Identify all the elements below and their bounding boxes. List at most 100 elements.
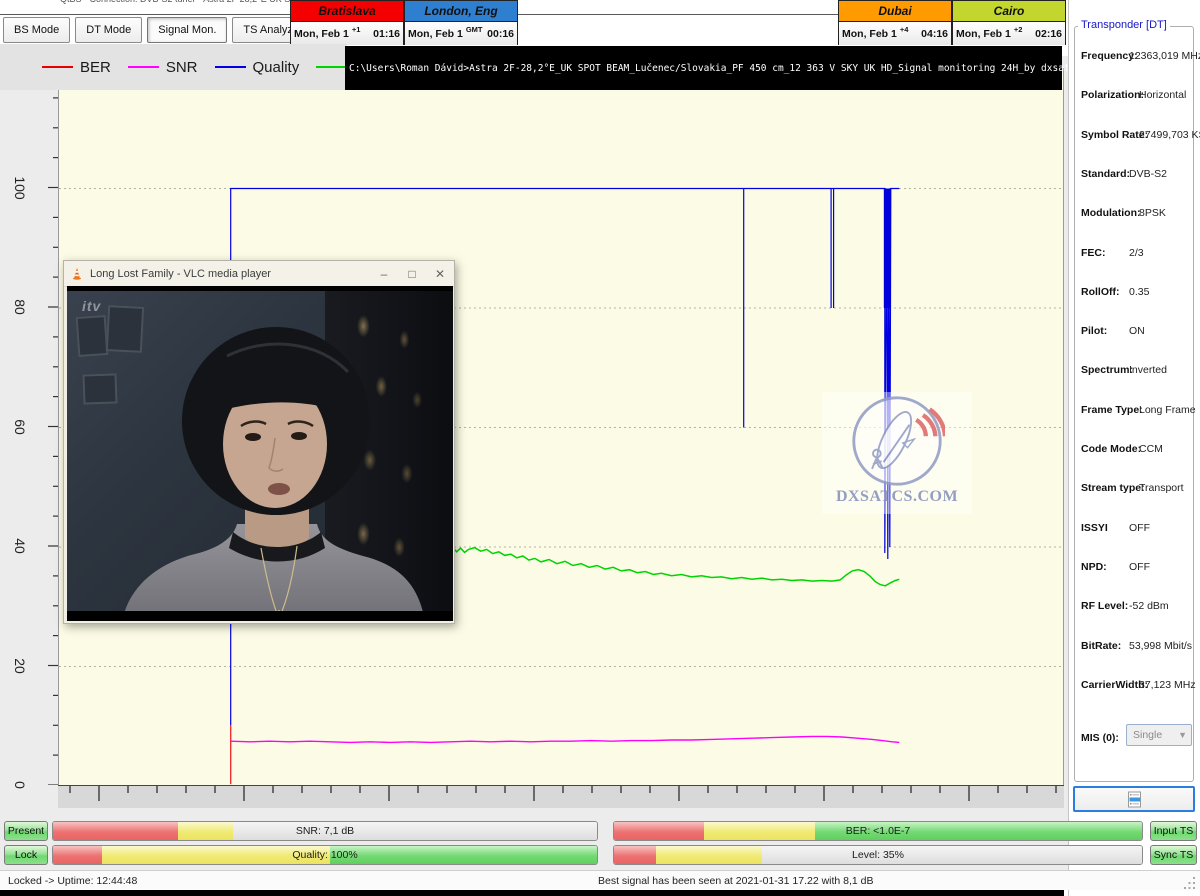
- satellite-dish-logo-icon: [849, 392, 945, 490]
- vlc-minimize-button[interactable]: –: [370, 267, 398, 281]
- clock-city-header: London, Eng: [405, 1, 517, 22]
- transponder-field-row: Modulation:8PSK: [1081, 207, 1197, 219]
- tab-bs-mode[interactable]: BS Mode: [3, 17, 70, 43]
- field-label: Stream type:: [1081, 482, 1145, 494]
- dxsatcs-watermark: DXSATCS.COM: [822, 392, 972, 514]
- lock-uptime-status: Locked -> Uptime: 12:44:48: [8, 875, 137, 887]
- world-clocks-left: BratislavaMon, Feb 1+101:16London, EngMo…: [290, 0, 518, 45]
- letterbox-bottom: [67, 611, 453, 621]
- transponder-field-row: Frame Type:Long Frame: [1081, 404, 1197, 416]
- field-value: Inverted: [1129, 364, 1167, 376]
- present-button[interactable]: Present: [4, 821, 48, 841]
- vlc-video-area[interactable]: itv: [67, 286, 453, 621]
- field-value: Long Frame: [1139, 404, 1196, 416]
- field-label: BitRate:: [1081, 640, 1121, 652]
- field-label: Standard:: [1081, 168, 1130, 180]
- world-clocks-right: DubaiMon, Feb 1+404:16CairoMon, Feb 1+20…: [838, 0, 1066, 45]
- ber-progress-bar: BER: <1.0E-7: [613, 821, 1143, 841]
- clock-cairo: CairoMon, Feb 1+202:16: [952, 0, 1066, 45]
- field-value: Horizontal: [1139, 89, 1186, 101]
- clock-time: 01:16: [373, 28, 400, 40]
- legend-label: BER: [80, 59, 111, 76]
- itv-watermark: itv: [82, 298, 101, 314]
- tab-dt-mode[interactable]: DT Mode: [75, 17, 142, 43]
- clock-dubai: DubaiMon, Feb 1+404:16: [838, 0, 952, 45]
- video-person: [67, 286, 453, 621]
- transponder-field-row: Polarization:Horizontal: [1081, 89, 1197, 101]
- sync-ts-button[interactable]: Sync TS: [1150, 845, 1197, 865]
- mis-selected-value: Single: [1133, 729, 1162, 741]
- field-value: -52 dBm: [1129, 600, 1169, 612]
- y-axis-tick-label: 40: [2, 528, 38, 564]
- field-value: 53,998 Mbit/s: [1129, 640, 1192, 652]
- field-value: DVB-S2: [1129, 168, 1167, 180]
- field-value: OFF: [1129, 561, 1150, 573]
- clock-time-row: Mon, Feb 1+101:16: [291, 22, 403, 45]
- field-value: OFF: [1129, 522, 1150, 534]
- field-label: RF Level:: [1081, 600, 1128, 612]
- x-axis-ticks: [58, 786, 1062, 808]
- transponder-field-row: Spectrum:Inverted: [1081, 364, 1197, 376]
- transponder-field-row: CarrierWidth:37,123 MHz: [1081, 679, 1197, 691]
- clock-time-row: Mon, Feb 1GMT00:16: [405, 22, 517, 45]
- mis-dropdown[interactable]: Single ▼: [1126, 724, 1192, 746]
- statusbar: Locked -> Uptime: 12:44:48 Best signal h…: [0, 870, 1200, 890]
- field-label: Polarization:: [1081, 89, 1144, 101]
- field-value: 0.35: [1129, 286, 1149, 298]
- field-label: Pilot:: [1081, 325, 1107, 337]
- vlc-maximize-button[interactable]: □: [398, 267, 426, 281]
- bar-value-label: Level: 35%: [614, 846, 1142, 864]
- bar-value-label: Quality: 100%: [53, 846, 597, 864]
- clock-city-header: Cairo: [953, 1, 1065, 22]
- vlc-close-button[interactable]: ✕: [426, 267, 454, 281]
- vlc-window: Long Lost Family - VLC media player – □ …: [63, 260, 455, 624]
- transponder-field-row: RollOff:0.35: [1081, 286, 1197, 298]
- field-label: Code Mode:: [1081, 443, 1141, 455]
- chevron-down-icon: ▼: [1178, 730, 1187, 740]
- clock-london-eng: London, EngMon, Feb 1GMT00:16: [404, 0, 518, 45]
- transponder-field-row: Pilot: ON: [1081, 325, 1197, 337]
- bar-value-label: BER: <1.0E-7: [614, 822, 1142, 840]
- y-axis-tick-label: 20: [2, 648, 38, 684]
- field-label: ISSYI: [1081, 522, 1108, 534]
- field-value: 12363,019 MHz: [1129, 50, 1200, 62]
- field-value: ON: [1129, 325, 1145, 337]
- cmd-console-bar[interactable]: C:\Users\Roman Dávid>Astra 2F-28,2°E_UK …: [345, 46, 1062, 90]
- clock-time: 02:16: [1035, 28, 1062, 40]
- y-axis-tick-label: 0: [2, 767, 38, 803]
- clock-utc-offset: +2: [1014, 25, 1023, 34]
- x-axis-band: [58, 785, 1064, 808]
- y-axis-ticks: [44, 68, 58, 785]
- resize-grip[interactable]: [1184, 877, 1196, 889]
- transponder-field-row: NPD:OFF: [1081, 561, 1197, 573]
- quality-progress-bar: Quality: 100%: [52, 845, 598, 865]
- bar-value-label: SNR: 7,1 dB: [53, 822, 597, 840]
- y-axis-labels: 020406080100120: [2, 68, 42, 785]
- transponder-field-row: Stream type:Transport: [1081, 482, 1197, 494]
- transponder-field-row: BitRate: 53,998 Mbit/s: [1081, 640, 1197, 652]
- clock-date: Mon, Feb 1: [294, 28, 349, 40]
- field-value: Transport: [1139, 482, 1184, 494]
- clock-time-row: Mon, Feb 1+202:16: [953, 22, 1065, 45]
- clock-time: 04:16: [921, 28, 948, 40]
- clock-bratislava: BratislavaMon, Feb 1+101:16: [290, 0, 404, 45]
- transponder-field-row: Symbol Rate:27499,703 KS/s: [1081, 129, 1197, 141]
- y-axis-tick-label: 80: [2, 289, 38, 325]
- field-label: Frame Type:: [1081, 404, 1143, 416]
- field-label: Spectrum:: [1081, 364, 1133, 376]
- vlc-titlebar[interactable]: Long Lost Family - VLC media player – □ …: [64, 261, 454, 287]
- clock-utc-offset: +4: [900, 25, 909, 34]
- vlc-cone-icon: [70, 267, 84, 281]
- clock-date: Mon, Feb 1: [842, 28, 897, 40]
- y-axis-tick-label: 100: [2, 170, 38, 206]
- field-value: 2/3: [1129, 247, 1144, 259]
- ts-list-button[interactable]: [1073, 786, 1195, 812]
- input-ts-button[interactable]: Input TS: [1150, 821, 1197, 841]
- vlc-window-title: Long Lost Family - VLC media player: [90, 268, 271, 280]
- y-axis-tick-label: 60: [2, 409, 38, 445]
- lock-button[interactable]: Lock: [4, 845, 48, 865]
- tab-signal-mon-[interactable]: Signal Mon.: [147, 17, 227, 43]
- legend-item-ber: BER: [42, 59, 111, 76]
- field-label: CarrierWidth:: [1081, 679, 1148, 691]
- clock-date: Mon, Feb 1: [408, 28, 463, 40]
